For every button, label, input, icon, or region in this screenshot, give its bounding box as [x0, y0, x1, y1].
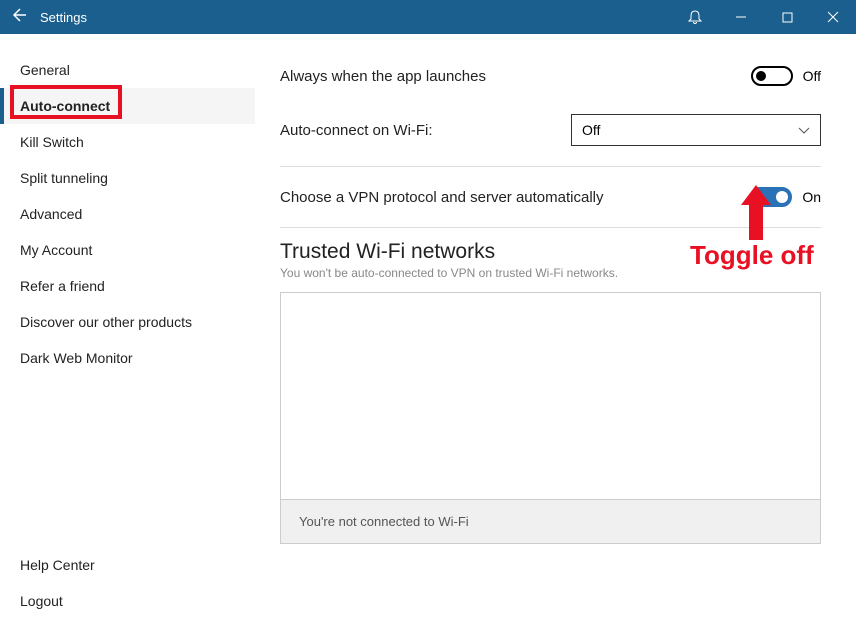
back-button[interactable] [0, 7, 40, 28]
divider [280, 166, 821, 167]
wifi-select-value: Off [582, 122, 600, 138]
sidebar-item-label: Discover our other products [20, 314, 192, 330]
divider [280, 227, 821, 228]
sidebar-item-label: Help Center [20, 557, 95, 573]
trusted-networks-footer: You're not connected to Wi-Fi [281, 499, 820, 543]
sidebar-item-split-tunneling[interactable]: Split tunneling [0, 160, 255, 196]
window-title: Settings [40, 10, 87, 25]
launch-toggle[interactable] [751, 66, 793, 86]
titlebar: Settings [0, 0, 856, 34]
protocol-label: Choose a VPN protocol and server automat… [280, 189, 750, 206]
sidebar-item-kill-switch[interactable]: Kill Switch [0, 124, 255, 160]
sidebar-item-label: Kill Switch [20, 134, 84, 150]
sidebar-item-label: Refer a friend [20, 278, 105, 294]
close-button[interactable] [810, 0, 856, 34]
wifi-label: Auto-connect on Wi-Fi: [280, 122, 571, 139]
minimize-button[interactable] [718, 0, 764, 34]
protocol-row: Choose a VPN protocol and server automat… [280, 173, 821, 221]
content-pane: Always when the app launches Off Auto-co… [255, 34, 856, 619]
sidebar-item-auto-connect[interactable]: Auto-connect [0, 88, 255, 124]
sidebar-item-label: Dark Web Monitor [20, 350, 133, 366]
sidebar-item-advanced[interactable]: Advanced [0, 196, 255, 232]
wifi-select[interactable]: Off [571, 114, 821, 146]
sidebar-item-other-products[interactable]: Discover our other products [0, 304, 255, 340]
launch-toggle-state: Off [803, 68, 821, 84]
sidebar-item-label: My Account [20, 242, 92, 258]
sidebar-item-general[interactable]: General [0, 52, 255, 88]
trusted-networks-empty [281, 293, 820, 499]
sidebar-item-my-account[interactable]: My Account [0, 232, 255, 268]
sidebar-item-help-center[interactable]: Help Center [0, 547, 255, 583]
launch-label: Always when the app launches [280, 68, 751, 85]
protocol-toggle-state: On [802, 189, 821, 205]
sidebar-item-dark-web-monitor[interactable]: Dark Web Monitor [0, 340, 255, 376]
sidebar-item-refer-friend[interactable]: Refer a friend [0, 268, 255, 304]
sidebar-item-label: Logout [20, 593, 63, 609]
sidebar-item-label: Split tunneling [20, 170, 108, 186]
chevron-down-icon [798, 122, 810, 138]
sidebar-item-label: General [20, 62, 70, 78]
maximize-button[interactable] [764, 0, 810, 34]
trusted-subtitle: You won't be auto-connected to VPN on tr… [280, 266, 821, 280]
sidebar-item-label: Advanced [20, 206, 82, 222]
bell-icon[interactable] [672, 0, 718, 34]
launch-row: Always when the app launches Off [280, 52, 821, 100]
sidebar-item-label: Auto-connect [20, 98, 110, 114]
sidebar: General Auto-connect Kill Switch Split t… [0, 34, 255, 619]
sidebar-item-logout[interactable]: Logout [0, 583, 255, 619]
trusted-networks-box: You're not connected to Wi-Fi [280, 292, 821, 544]
protocol-toggle[interactable] [750, 187, 792, 207]
wifi-row: Auto-connect on Wi-Fi: Off [280, 100, 821, 160]
trusted-title: Trusted Wi-Fi networks [280, 240, 821, 264]
